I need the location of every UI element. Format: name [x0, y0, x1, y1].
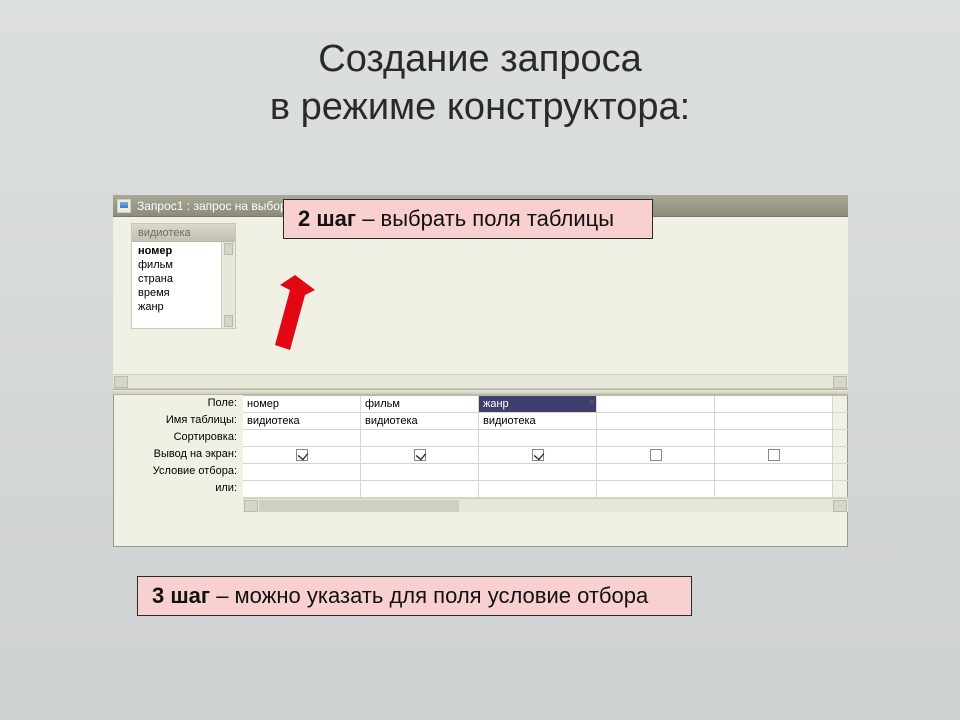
grid-cell-criteria[interactable]: [715, 464, 833, 480]
slide-title: Создание запроса в режиме конструктора:: [0, 36, 960, 131]
label-criteria: Условие отбора:: [113, 463, 237, 480]
step3-text: – можно указать для поля условие отбора: [210, 583, 648, 608]
step2-callout: 2 шаг – выбрать поля таблицы: [283, 199, 653, 239]
source-table-field-list[interactable]: номер фильм страна время жанр: [132, 242, 235, 328]
grid-cell-show[interactable]: [361, 447, 479, 463]
grid-row-table: видиотека видиотека видиотека: [243, 413, 848, 430]
slide-title-line1: Создание запроса: [318, 38, 641, 80]
grid-cell-field-active[interactable]: жанр: [479, 396, 597, 412]
source-table-header[interactable]: видиотека: [132, 224, 235, 242]
label-or: или:: [113, 480, 237, 497]
grid-cell-criteria[interactable]: [597, 464, 715, 480]
checkbox-icon[interactable]: [768, 449, 780, 461]
source-field-item[interactable]: страна: [132, 272, 235, 286]
grid-cell-field[interactable]: номер: [243, 396, 361, 412]
grid-cell-sort[interactable]: [361, 430, 479, 446]
label-table: Имя таблицы:: [113, 412, 237, 429]
source-field-item[interactable]: жанр: [132, 300, 235, 314]
grid-cell-sort[interactable]: [597, 430, 715, 446]
grid-cell-field[interactable]: [715, 396, 833, 412]
checkbox-icon[interactable]: [532, 449, 544, 461]
source-table-panel[interactable]: видиотека номер фильм страна время жанр: [131, 223, 236, 329]
tables-pane: видиотека номер фильм страна время жанр: [113, 217, 848, 389]
source-field-item[interactable]: фильм: [132, 258, 235, 272]
grid-row-labels: Поле: Имя таблицы: Сортировка: Вывод на …: [113, 395, 243, 497]
arrow-annotation-icon: [260, 270, 320, 360]
grid-cell-table[interactable]: видиотека: [243, 413, 361, 429]
scroll-left-icon[interactable]: [244, 500, 258, 512]
checkbox-icon[interactable]: [414, 449, 426, 461]
step3-bold: 3 шаг: [152, 583, 210, 608]
source-field-item[interactable]: номер: [132, 244, 235, 258]
scroll-right-icon[interactable]: [833, 500, 847, 512]
grid-cell-show[interactable]: [597, 447, 715, 463]
grid-cell-or[interactable]: [597, 481, 715, 497]
source-field-item[interactable]: время: [132, 286, 235, 300]
grid-cell-table[interactable]: видиотека: [479, 413, 597, 429]
grid-row-criteria: [243, 464, 848, 481]
grid-cell-table[interactable]: [715, 413, 833, 429]
grid-row-show: [243, 447, 848, 464]
grid-cell-show[interactable]: [243, 447, 361, 463]
query-grid: номер фильм жанр видиотека видиотека вид…: [243, 395, 848, 512]
checkbox-icon[interactable]: [650, 449, 662, 461]
grid-cell-sort[interactable]: [479, 430, 597, 446]
grid-cell-field-value: жанр: [483, 398, 509, 410]
label-show: Вывод на экран:: [113, 446, 237, 463]
grid-cell-field[interactable]: фильм: [361, 396, 479, 412]
grid-cell-criteria[interactable]: [243, 464, 361, 480]
grid-cell-field[interactable]: [597, 396, 715, 412]
grid-cell-criteria[interactable]: [361, 464, 479, 480]
grid-row-or: [243, 481, 848, 498]
label-sort: Сортировка:: [113, 429, 237, 446]
step2-text: – выбрать поля таблицы: [356, 206, 614, 231]
query-designer-window: Запрос1 : запрос на выборку видиотека но…: [113, 195, 848, 547]
step3-callout: 3 шаг – можно указать для поля условие о…: [137, 576, 692, 616]
grid-cell-show[interactable]: [479, 447, 597, 463]
grid-row-field: номер фильм жанр: [243, 396, 848, 413]
checkbox-icon[interactable]: [296, 449, 308, 461]
grid-cell-criteria[interactable]: [479, 464, 597, 480]
grid-cell-sort[interactable]: [715, 430, 833, 446]
query-window-icon: [117, 199, 131, 213]
grid-cell-table[interactable]: [597, 413, 715, 429]
scroll-right-icon[interactable]: [833, 376, 847, 388]
scroll-left-icon[interactable]: [114, 376, 128, 388]
grid-cell-table[interactable]: видиотека: [361, 413, 479, 429]
window-title: Запрос1 : запрос на выборку: [137, 199, 298, 213]
grid-cell-or[interactable]: [243, 481, 361, 497]
label-field: Поле:: [113, 395, 237, 412]
slide-title-line2: в режиме конструктора:: [270, 86, 690, 128]
grid-cell-or[interactable]: [361, 481, 479, 497]
grid-cell-show[interactable]: [715, 447, 833, 463]
grid-hscroll[interactable]: [243, 498, 848, 512]
grid-cell-sort[interactable]: [243, 430, 361, 446]
grid-cell-or[interactable]: [479, 481, 597, 497]
query-grid-zone: Поле: Имя таблицы: Сортировка: Вывод на …: [113, 395, 848, 547]
step2-bold: 2 шаг: [298, 206, 356, 231]
tables-pane-hscroll[interactable]: [113, 374, 848, 388]
scroll-thumb[interactable]: [259, 500, 459, 512]
grid-cell-or[interactable]: [715, 481, 833, 497]
grid-row-sort: [243, 430, 848, 447]
field-list-scrollbar[interactable]: [221, 242, 235, 328]
